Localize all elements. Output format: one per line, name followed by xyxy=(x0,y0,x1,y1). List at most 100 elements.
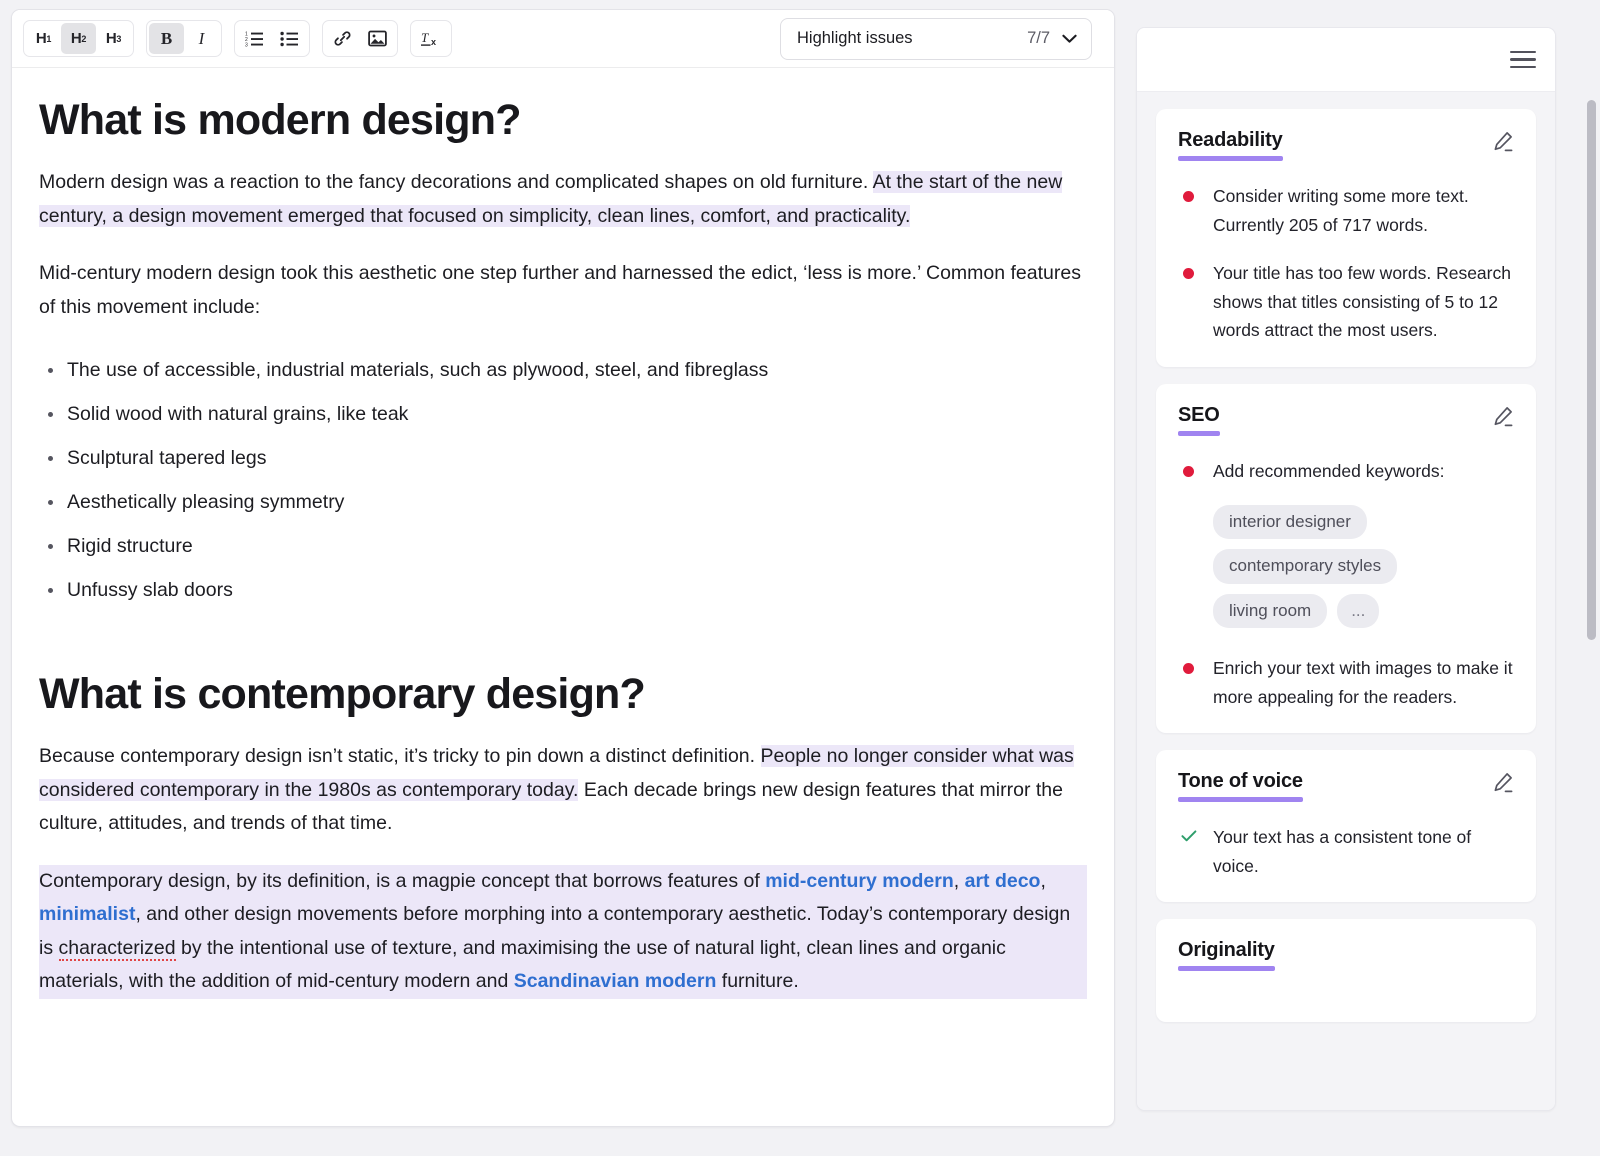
issue-text: Your title has too few words. Research s… xyxy=(1213,259,1514,345)
card-header: SEO xyxy=(1178,404,1514,436)
image-icon xyxy=(368,30,387,47)
chevron-down-icon xyxy=(1062,34,1077,44)
app-root: H1 H2 H3 B I 1 2 3 xyxy=(0,0,1600,1156)
keyword-chip[interactable]: interior designer xyxy=(1213,505,1367,539)
link-art-deco[interactable]: art deco xyxy=(965,870,1041,892)
sidebar-cards: Readability Consider writing some more t… xyxy=(1137,92,1555,1110)
list-item: Rigid structure xyxy=(67,524,1087,568)
card-originality: Originality xyxy=(1156,919,1536,1022)
paragraph-2: Mid-century modern design took this aest… xyxy=(39,257,1087,324)
keyword-chip[interactable]: living room xyxy=(1213,594,1327,628)
heading-3-label: H xyxy=(106,30,117,47)
issue-text: Your text has a consistent tone of voice… xyxy=(1213,823,1514,880)
svg-text:x: x xyxy=(431,37,436,47)
card-header: Readability xyxy=(1178,129,1514,161)
list-item: Unfussy slab doors xyxy=(67,568,1087,612)
keyword-chip-list: interior designer contemporary styles li… xyxy=(1213,505,1514,628)
heading-3-button[interactable]: H3 xyxy=(96,23,131,54)
page-scrollbar-track[interactable] xyxy=(1587,4,1596,1152)
text-style-group: B I xyxy=(146,20,222,57)
p3-plain: Because contemporary design isn’t static… xyxy=(39,745,761,767)
link-icon xyxy=(333,29,352,48)
clear-format-group: T x xyxy=(410,20,452,57)
spellcheck-word[interactable]: characterized xyxy=(59,937,176,961)
svg-text:3: 3 xyxy=(245,43,248,48)
error-dot-icon xyxy=(1183,191,1194,202)
error-dot-icon xyxy=(1183,268,1194,279)
paragraph-4: Contemporary design, by its definition, … xyxy=(39,865,1087,999)
heading-2-sub: 2 xyxy=(81,34,86,44)
page-title-modern: What is modern design? xyxy=(39,96,1087,144)
card-header: Originality xyxy=(1178,939,1514,971)
features-list: The use of accessible, industrial materi… xyxy=(39,348,1087,612)
heading-2-label: H xyxy=(71,30,82,47)
highlight-issues-select[interactable]: Highlight issues 7/7 xyxy=(780,18,1092,60)
list-item: Aesthetically pleasing symmetry xyxy=(67,480,1087,524)
hamburger-bar xyxy=(1510,58,1536,61)
ordered-list-icon: 1 2 3 xyxy=(245,30,264,47)
insights-sidebar: Readability Consider writing some more t… xyxy=(1136,27,1556,1111)
issue-text: Add recommended keywords: xyxy=(1213,457,1445,486)
heading-1-sub: 1 xyxy=(46,34,51,44)
keyword-chip[interactable]: contemporary styles xyxy=(1213,549,1397,583)
p4-b: , xyxy=(954,870,965,892)
card-title-tone-of-voice: Tone of voice xyxy=(1178,770,1303,802)
hamburger-menu-icon[interactable] xyxy=(1510,46,1536,74)
paragraph-1: Modern design was a reaction to the fanc… xyxy=(39,166,1087,233)
link-scandinavian-modern[interactable]: Scandinavian modern xyxy=(514,970,717,992)
card-title-readability: Readability xyxy=(1178,129,1283,161)
issue-text: Consider writing some more text. Current… xyxy=(1213,182,1514,239)
heading-2-button[interactable]: H2 xyxy=(61,23,96,54)
heading-1-button[interactable]: H1 xyxy=(26,23,61,54)
italic-button[interactable]: I xyxy=(184,23,219,54)
insert-link-button[interactable] xyxy=(325,23,360,54)
bullet-list-button[interactable] xyxy=(272,23,307,54)
editor-panel: H1 H2 H3 B I 1 2 3 xyxy=(11,9,1115,1127)
list-item: Solid wood with natural grains, like tea… xyxy=(67,392,1087,436)
svg-text:T: T xyxy=(421,30,429,45)
card-tone-of-voice: Tone of voice Your text has a consistent… xyxy=(1156,750,1536,902)
page-scrollbar-thumb[interactable] xyxy=(1587,100,1596,640)
issue-item: Add recommended keywords: xyxy=(1178,457,1514,486)
issue-text: Enrich your text with images to make it … xyxy=(1213,654,1514,711)
link-minimalist[interactable]: minimalist xyxy=(39,903,135,925)
ordered-list-button[interactable]: 1 2 3 xyxy=(237,23,272,54)
pencil-edit-icon[interactable] xyxy=(1492,405,1514,427)
pencil-edit-icon[interactable] xyxy=(1492,130,1514,152)
heading-button-group: H1 H2 H3 xyxy=(23,20,134,57)
card-title-originality: Originality xyxy=(1178,939,1275,971)
insert-image-button[interactable] xyxy=(360,23,395,54)
error-dot-icon xyxy=(1183,466,1194,477)
p4-c: , xyxy=(1040,870,1045,892)
bold-button[interactable]: B xyxy=(149,23,184,54)
card-header: Tone of voice xyxy=(1178,770,1514,802)
issue-item: Your text has a consistent tone of voice… xyxy=(1178,823,1514,880)
highlight-issues-label: Highlight issues xyxy=(797,29,1027,48)
issue-item: Enrich your text with images to make it … xyxy=(1178,654,1514,711)
editor-toolbar: H1 H2 H3 B I 1 2 3 xyxy=(12,10,1114,68)
issue-item: Consider writing some more text. Current… xyxy=(1178,182,1514,239)
document-body[interactable]: What is modern design? Modern design was… xyxy=(12,68,1114,1126)
card-title-seo: SEO xyxy=(1178,404,1220,436)
clear-formatting-icon: T x xyxy=(420,29,442,48)
page-title-contemporary: What is contemporary design? xyxy=(39,670,1087,718)
list-group: 1 2 3 xyxy=(234,20,310,57)
hamburger-bar xyxy=(1510,66,1536,69)
pencil-edit-icon[interactable] xyxy=(1492,771,1514,793)
card-seo: SEO Add recommended keywords: interior d… xyxy=(1156,384,1536,734)
heading-1-label: H xyxy=(36,30,47,47)
hamburger-bar xyxy=(1510,51,1536,54)
list-item: Sculptural tapered legs xyxy=(67,436,1087,480)
sidebar-header xyxy=(1137,28,1555,92)
p4-a: Contemporary design, by its definition, … xyxy=(39,870,765,892)
heading-3-sub: 3 xyxy=(116,34,121,44)
error-dot-icon xyxy=(1183,663,1194,674)
link-mid-century-modern[interactable]: mid-century modern xyxy=(765,870,954,892)
p4-f: furniture. xyxy=(716,970,798,992)
bullet-list-icon xyxy=(280,30,299,47)
list-item: The use of accessible, industrial materi… xyxy=(67,348,1087,392)
paragraph-3: Because contemporary design isn’t static… xyxy=(39,740,1087,841)
p1-plain: Modern design was a reaction to the fanc… xyxy=(39,171,873,193)
keyword-chip-more[interactable]: ... xyxy=(1337,594,1379,628)
clear-formatting-button[interactable]: T x xyxy=(413,23,449,54)
